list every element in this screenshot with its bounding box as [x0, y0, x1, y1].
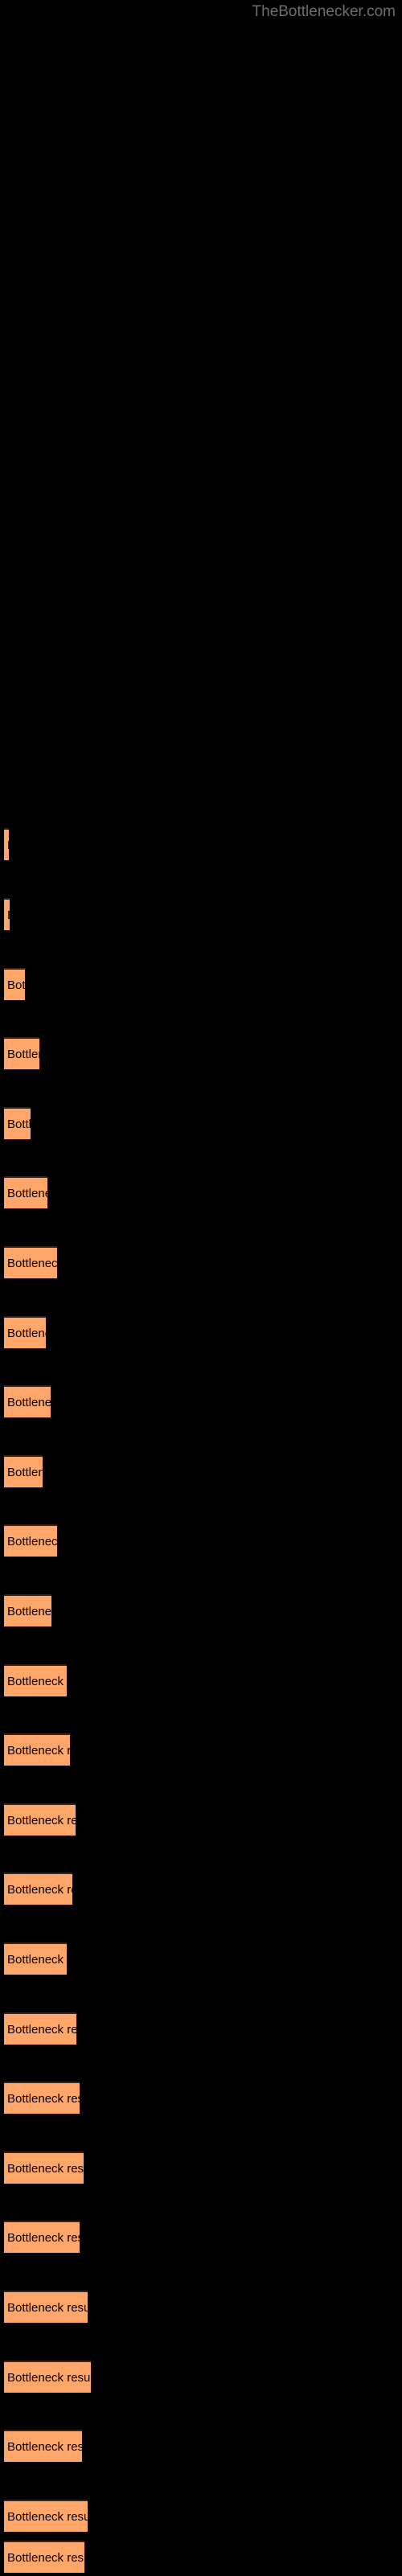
bar[interactable] — [4, 1316, 46, 1348]
bar[interactable] — [4, 1873, 72, 1905]
bar[interactable] — [4, 1037, 39, 1069]
bar[interactable] — [4, 2221, 80, 2253]
bar[interactable] — [4, 1803, 76, 1836]
bar[interactable] — [4, 2541, 84, 2573]
bar[interactable] — [4, 898, 10, 930]
bar[interactable] — [4, 828, 9, 860]
bar[interactable] — [4, 1107, 31, 1139]
bar[interactable] — [4, 2012, 76, 2045]
bar[interactable] — [4, 1246, 57, 1278]
bar[interactable] — [4, 1664, 67, 1696]
bar[interactable] — [4, 1942, 67, 1975]
bar[interactable] — [4, 2361, 91, 2393]
bar[interactable] — [4, 1733, 70, 1766]
bar[interactable] — [4, 1455, 43, 1487]
bar[interactable] — [4, 1176, 47, 1208]
bar[interactable] — [4, 1594, 51, 1626]
bar[interactable] — [4, 1524, 57, 1557]
bar-label: Bottleneck result — [7, 839, 96, 852]
bar-chart: Bottleneck result Bottleneck result Bottle… — [0, 0, 402, 2573]
bar[interactable] — [4, 2291, 88, 2323]
bar[interactable] — [4, 2151, 84, 2184]
bar[interactable] — [4, 1385, 51, 1417]
bar-label: Bottleneck result — [7, 909, 96, 922]
bar[interactable] — [4, 968, 25, 1000]
bar[interactable] — [4, 2430, 82, 2462]
bar[interactable] — [4, 2500, 88, 2532]
bar[interactable] — [4, 2082, 80, 2114]
